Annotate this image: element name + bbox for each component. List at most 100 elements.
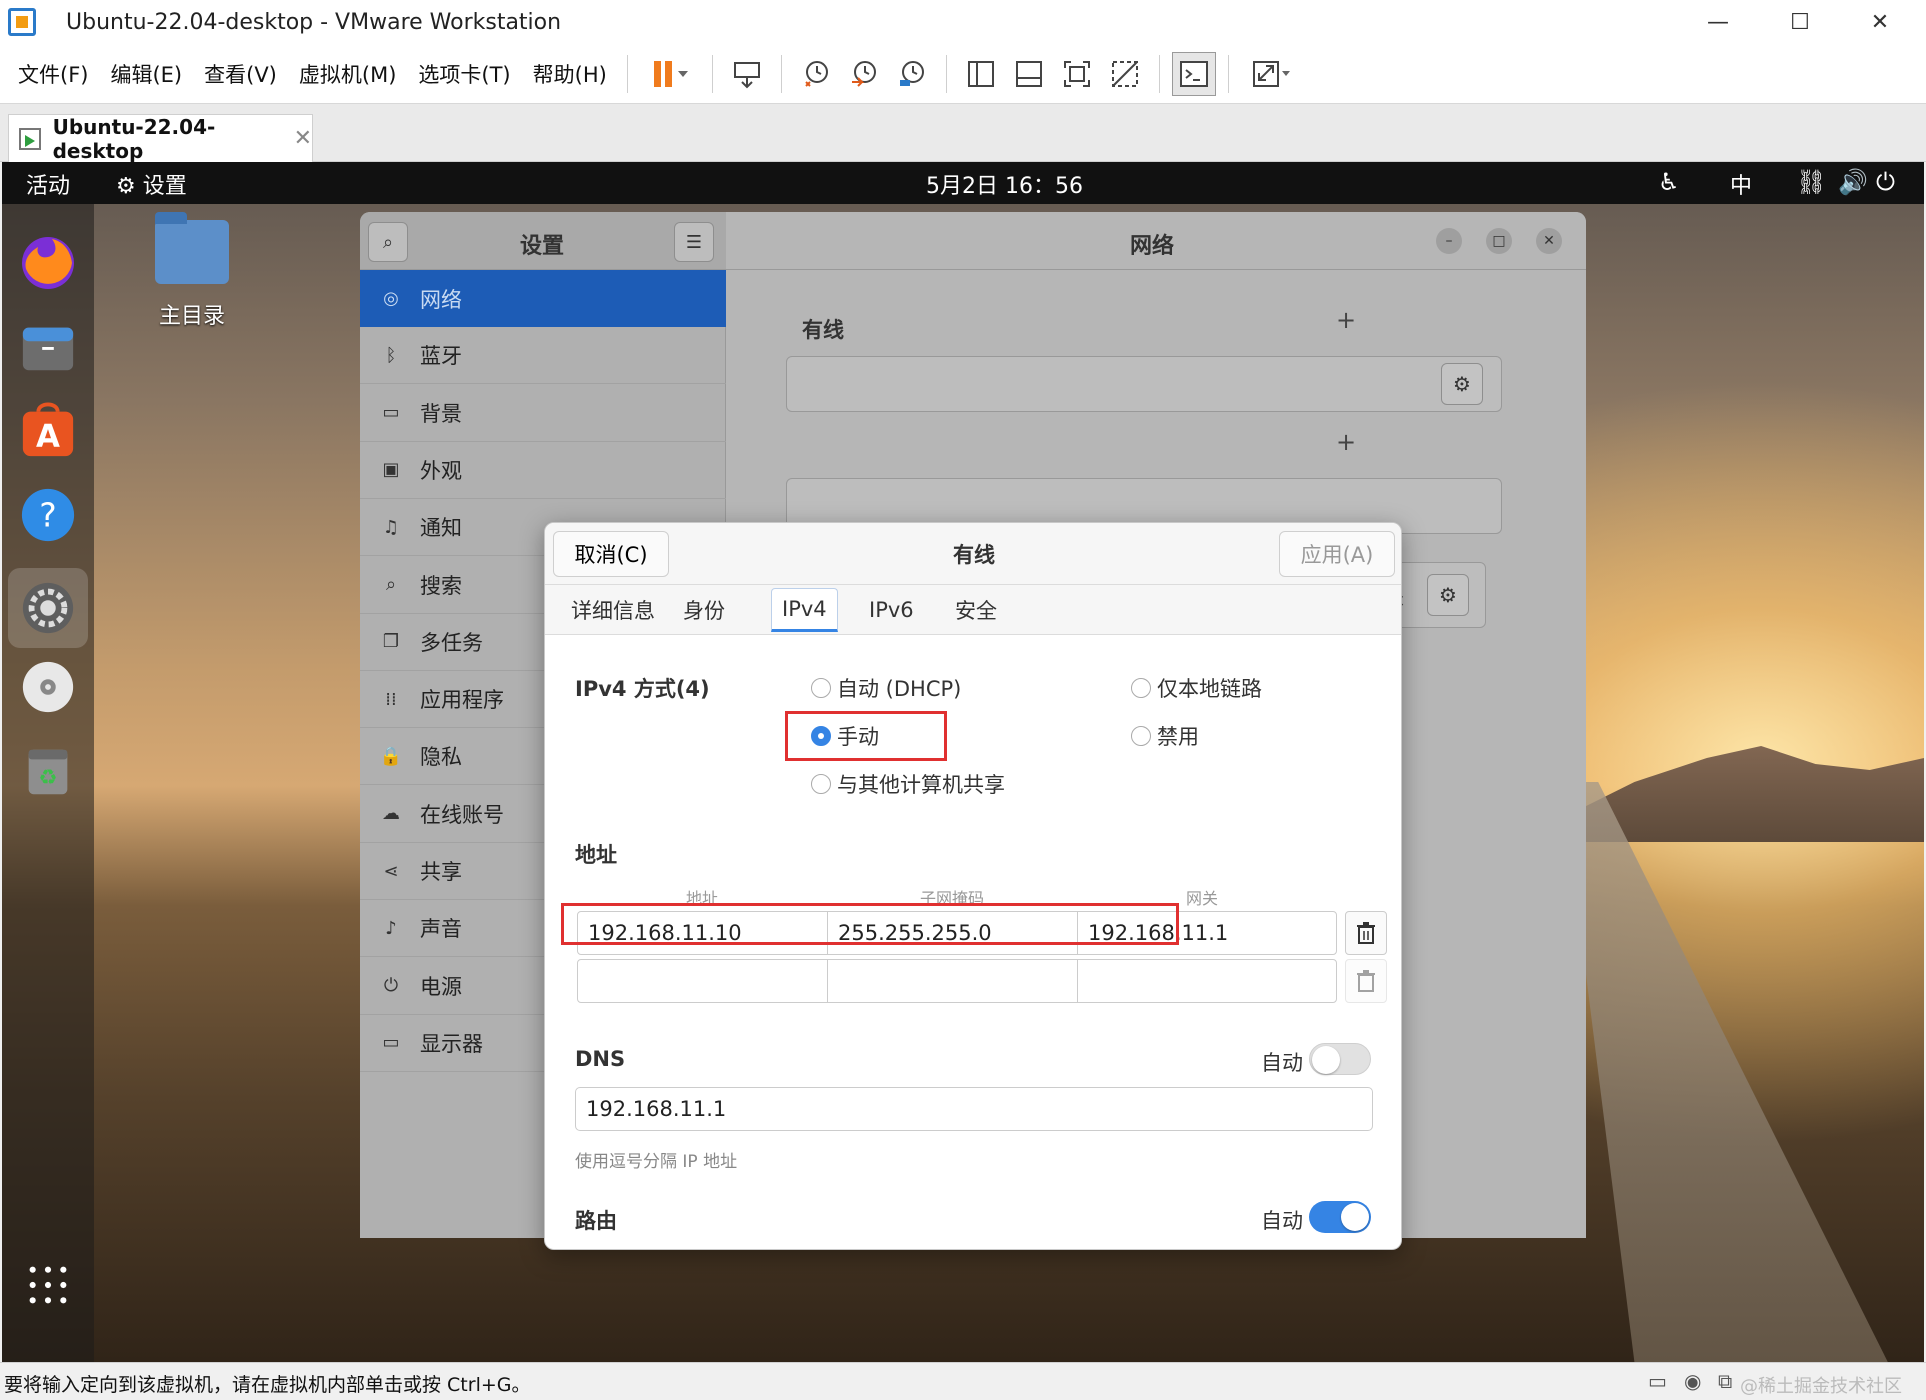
sidebar-item-label: 多任务 — [420, 630, 483, 655]
routes-auto-toggle[interactable] — [1309, 1201, 1371, 1233]
sidebar-item-1[interactable]: ᛒ 蓝牙 — [360, 327, 726, 385]
network-status-icon[interactable]: ⛓ — [1796, 168, 1826, 196]
help-icon[interactable]: ? — [17, 484, 79, 546]
volume-icon[interactable]: 🔊 — [1838, 168, 1868, 196]
method-disabled-label: 禁用 — [1157, 725, 1199, 749]
power-icon[interactable]: ⏻ — [1876, 168, 1895, 196]
search-icon: ⌕ — [382, 231, 394, 253]
app-grid-logo — [29, 1266, 67, 1304]
dns-auto-toggle[interactable] — [1309, 1043, 1371, 1075]
sidebar-item-3[interactable]: ▣ 外观 — [360, 442, 726, 499]
settings-search-button[interactable]: ⌕ — [368, 222, 408, 262]
snapshot-manager-button[interactable] — [890, 52, 934, 96]
minimize-button[interactable]: — — [1678, 0, 1758, 44]
files-icon[interactable] — [17, 316, 79, 378]
input-method-indicator[interactable]: 中 — [1730, 168, 1752, 200]
unity-icon — [1111, 60, 1138, 87]
svg-text:?: ? — [39, 496, 56, 535]
method-shared-radio[interactable]: 与其他计算机共享 — [811, 769, 1005, 799]
gateway-input[interactable] — [1078, 960, 1328, 1002]
window-maximize-icon[interactable]: □ — [1486, 228, 1512, 254]
settings-dock-icon[interactable] — [8, 568, 88, 648]
tab-security[interactable]: 安全 — [945, 585, 1007, 635]
panel-title: 网络 — [1130, 234, 1175, 259]
thumbnail-bar-button[interactable] — [1007, 52, 1051, 96]
pause-vm-button[interactable] — [640, 52, 700, 96]
dns-input[interactable]: 192.168.11.1 — [575, 1087, 1373, 1131]
snapshot-button[interactable] — [794, 52, 838, 96]
cdrom-status-icon[interactable]: ◉ — [1684, 1369, 1701, 1393]
hamburger-icon: ☰ — [685, 231, 703, 253]
tab-ipv6[interactable]: IPv6 — [859, 585, 924, 635]
unity-mode-button[interactable] — [1103, 52, 1147, 96]
tab-close-icon[interactable]: ✕ — [294, 126, 312, 151]
toolbar-separator — [711, 54, 713, 93]
app-center-icon[interactable]: A — [17, 400, 79, 462]
appearance-icon: ▣ — [382, 459, 400, 481]
guest-display[interactable]: 活动 ⚙ 设置 5月2日 16：56 ♿ 中 ⛓ 🔊 ⏻ A ? ♻ 主目录 ⌕… — [2, 162, 1924, 1362]
apply-button[interactable]: 应用(A) — [1279, 531, 1395, 577]
menu-file[interactable]: 文件(F) — [8, 59, 98, 89]
method-link-local-radio[interactable]: 仅本地链路 — [1131, 673, 1262, 703]
menu-view[interactable]: 查看(V) — [194, 59, 287, 89]
console-view-button[interactable] — [1171, 51, 1216, 96]
method-disabled-radio[interactable]: 禁用 — [1131, 721, 1199, 751]
add-wired-icon[interactable]: + — [1336, 306, 1356, 334]
sidebar-item-2[interactable]: ▭ 背景 — [360, 385, 726, 442]
firefox-icon[interactable] — [17, 232, 79, 294]
menu-tabs[interactable]: 选项卡(T) — [408, 59, 520, 89]
stretch-guest-button[interactable] — [1241, 52, 1301, 96]
accessibility-icon[interactable]: ♿ — [1658, 168, 1680, 196]
full-screen-button[interactable] — [1055, 52, 1099, 96]
files-logo — [22, 327, 74, 371]
vm-tab[interactable]: Ubuntu-22.04-desktop ✕ — [8, 114, 313, 163]
dvd-icon[interactable] — [17, 656, 79, 718]
address-highlight-box — [561, 903, 1179, 945]
menu-edit[interactable]: 编辑(E) — [100, 59, 192, 89]
method-dhcp-radio[interactable]: 自动 (DHCP) — [811, 673, 961, 703]
home-folder-icon — [155, 212, 229, 284]
routes-section-title: 路由 — [575, 1209, 617, 1233]
proxy-settings-gear-icon[interactable]: ⚙ — [1427, 574, 1469, 616]
sidebar-item-0[interactable]: ◎ 网络 — [360, 270, 726, 327]
delete-address-button[interactable] — [1345, 911, 1387, 955]
activities-button[interactable]: 活动 — [26, 168, 70, 200]
trash-logo: ♻ — [28, 749, 68, 795]
address-input[interactable] — [578, 960, 828, 1002]
desktop-home-folder[interactable]: 主目录 — [122, 212, 262, 330]
revert-snapshot-button[interactable] — [842, 52, 886, 96]
tab-identity[interactable]: 身份 — [673, 585, 735, 635]
maximize-button[interactable]: ☐ — [1760, 0, 1840, 44]
radio-indicator — [1131, 678, 1151, 698]
network-adapter-icon[interactable]: ⧉ — [1718, 1369, 1732, 1393]
hdd-status-icon[interactable]: ▭ — [1648, 1369, 1667, 1393]
netmask-input[interactable] — [828, 960, 1078, 1002]
ipv4-method-label: IPv4 方式(4) — [575, 677, 710, 701]
gear-icon: ⚙ — [116, 174, 136, 199]
settings-app-menu[interactable]: ⚙ 设置 — [116, 168, 187, 200]
radio-indicator — [811, 678, 831, 698]
window-title: Ubuntu-22.04-desktop - VMware Workstatio… — [66, 9, 562, 35]
address-section-title: 地址 — [575, 843, 617, 867]
window-close-icon[interactable]: ✕ — [1536, 228, 1562, 254]
home-folder-label: 主目录 — [158, 304, 225, 329]
add-vpn-icon[interactable]: + — [1336, 428, 1356, 456]
trash-dock-icon[interactable]: ♻ — [17, 740, 79, 802]
close-button[interactable]: ✕ — [1840, 0, 1920, 44]
tab-ipv4[interactable]: IPv4 — [771, 588, 838, 632]
send-ctrl-alt-del-button[interactable] — [725, 52, 769, 96]
show-library-button[interactable] — [959, 52, 1003, 96]
show-apps-icon[interactable] — [17, 1254, 79, 1316]
settings-menu-button[interactable]: ☰ — [674, 222, 714, 262]
wired-settings-gear-icon[interactable]: ⚙ — [1441, 363, 1483, 405]
toolbar-separator — [780, 54, 782, 93]
method-link-local-label: 仅本地链路 — [1157, 677, 1262, 701]
routes-auto-label: 自动 — [1261, 1209, 1303, 1233]
menu-help[interactable]: 帮助(H) — [523, 59, 617, 89]
tab-details[interactable]: 详细信息 — [561, 585, 665, 635]
clock[interactable]: 5月2日 16：56 — [926, 168, 1083, 200]
window-minimize-icon[interactable]: – — [1436, 228, 1462, 254]
firefox-logo — [22, 237, 74, 289]
menu-vm[interactable]: 虚拟机(M) — [289, 59, 407, 89]
method-dhcp-label: 自动 (DHCP) — [837, 677, 962, 701]
